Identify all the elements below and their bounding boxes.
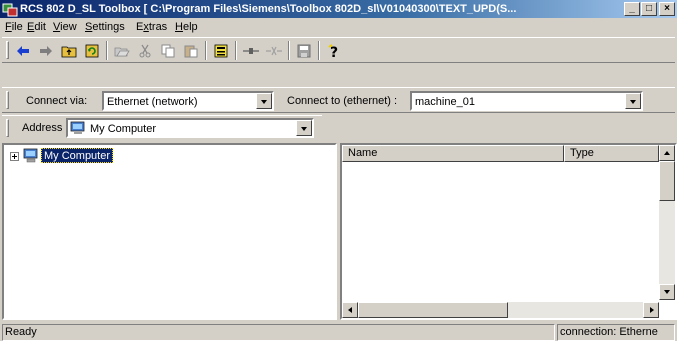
cut-icon[interactable] xyxy=(134,41,156,61)
column-header-type[interactable]: Type xyxy=(564,145,659,162)
disconnect-icon[interactable] xyxy=(263,41,285,61)
toolbar-grip[interactable] xyxy=(6,91,9,109)
refresh-icon[interactable] xyxy=(81,41,103,61)
toolbar-separator xyxy=(318,41,320,60)
up-folder-icon[interactable] xyxy=(58,41,80,61)
toolbar-separator xyxy=(235,41,237,60)
paste-icon[interactable] xyxy=(180,41,202,61)
connect-to-value: machine_01 xyxy=(415,96,475,108)
status-text: Ready xyxy=(2,324,555,341)
connection-toolbar: Connect via: Ethernet (network) Connect … xyxy=(2,87,675,113)
connect-via-dropdown[interactable]: Ethernet (network) xyxy=(102,91,274,111)
minimize-button[interactable]: _ xyxy=(624,2,640,16)
horizontal-scrollbar[interactable] xyxy=(342,302,659,318)
menu-view[interactable]: View xyxy=(50,20,80,35)
title-bar[interactable]: RCS 802 D_SL Toolbox [ C:\Program Files\… xyxy=(0,0,677,18)
toolbar-grip[interactable] xyxy=(6,119,9,137)
file-list[interactable]: Name Type xyxy=(340,143,677,320)
address-value: My Computer xyxy=(90,123,157,135)
toolbar-grip[interactable] xyxy=(6,41,9,59)
computer-icon xyxy=(70,121,85,134)
menu-settings[interactable]: Settings xyxy=(82,20,128,35)
vertical-scrollbar[interactable] xyxy=(659,145,675,300)
menu-file[interactable]: File xyxy=(2,20,26,35)
vertical-scroll-thumb[interactable] xyxy=(659,161,675,201)
tree-item-label: My Computer xyxy=(41,148,114,163)
save-icon[interactable] xyxy=(293,41,315,61)
toolbar-separator xyxy=(106,41,108,60)
scroll-up-button[interactable] xyxy=(659,145,675,161)
menu-bar: File Edit View Settings Extras Help xyxy=(0,18,677,37)
chevron-down-icon[interactable] xyxy=(256,93,272,109)
menu-extras[interactable]: Extras xyxy=(133,20,170,35)
connect-to-dropdown[interactable]: machine_01 xyxy=(410,91,643,111)
chevron-down-icon[interactable] xyxy=(296,120,312,136)
folder-tree[interactable]: My Computer xyxy=(2,143,337,320)
expand-icon[interactable] xyxy=(10,152,19,161)
help-icon[interactable]: ? xyxy=(323,41,345,61)
maximize-button[interactable]: □ xyxy=(641,2,657,16)
connect-via-label: Connect via: xyxy=(26,95,88,107)
scroll-down-button[interactable] xyxy=(659,284,675,300)
connect-icon[interactable] xyxy=(240,41,262,61)
menu-edit[interactable]: Edit xyxy=(24,20,49,35)
connect-via-value: Ethernet (network) xyxy=(107,96,198,108)
close-button[interactable]: × xyxy=(659,2,675,16)
connect-to-label: Connect to (ethernet) : xyxy=(287,95,398,107)
address-combo[interactable]: My Computer xyxy=(66,118,314,138)
status-connection: connection: Etherne xyxy=(557,324,675,341)
computer-icon xyxy=(23,148,38,163)
scroll-left-button[interactable] xyxy=(342,302,358,318)
copy-icon[interactable] xyxy=(157,41,179,61)
properties-icon[interactable] xyxy=(210,41,232,61)
forward-icon[interactable] xyxy=(35,41,57,61)
horizontal-scroll-thumb[interactable] xyxy=(358,302,508,318)
menu-help[interactable]: Help xyxy=(172,20,201,35)
column-header-name[interactable]: Name xyxy=(342,145,564,162)
status-bar: Ready connection: Etherne xyxy=(0,322,677,341)
standard-toolbar: ? xyxy=(2,37,675,63)
back-icon[interactable] xyxy=(12,41,34,61)
svg-text:?: ? xyxy=(330,45,338,59)
scroll-right-button[interactable] xyxy=(643,302,659,318)
chevron-down-icon[interactable] xyxy=(625,93,641,109)
toolbar-separator xyxy=(288,41,290,60)
address-label: Address xyxy=(22,122,63,134)
window-title: RCS 802 D_SL Toolbox [ C:\Program Files\… xyxy=(20,3,517,15)
app-icon xyxy=(2,3,18,17)
open-icon[interactable] xyxy=(111,41,133,61)
address-bar: Address My Computer xyxy=(2,115,322,141)
app-window: RCS 802 D_SL Toolbox [ C:\Program Files\… xyxy=(0,0,677,341)
toolbar-separator xyxy=(205,41,207,60)
